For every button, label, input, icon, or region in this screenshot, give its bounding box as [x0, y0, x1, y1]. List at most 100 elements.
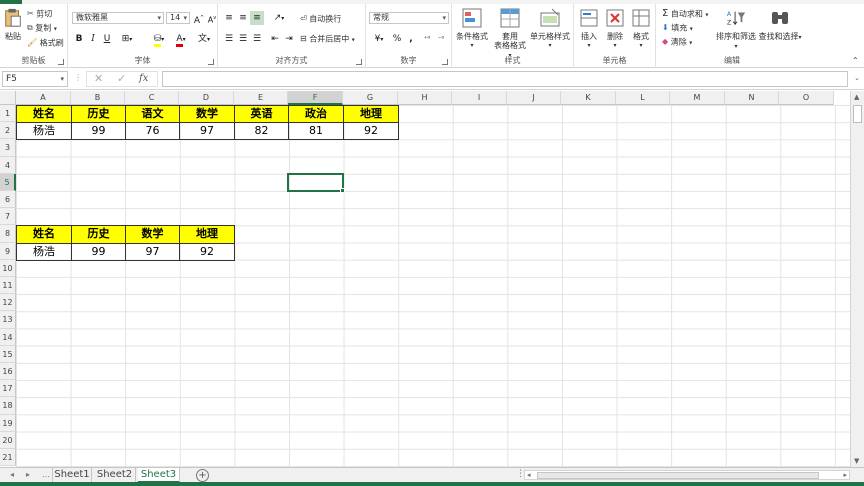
row-header-5[interactable]: 5 [0, 173, 16, 191]
table-cell[interactable]: 97 [179, 122, 235, 141]
column-header-c[interactable]: C [125, 91, 179, 105]
increase-indent-button[interactable]: ⇥ [282, 32, 296, 46]
row-header-20[interactable]: 20 [0, 431, 16, 449]
align-right-button[interactable]: ☰ [250, 32, 264, 46]
row-header-2[interactable]: 2 [0, 122, 16, 140]
decrease-decimal-button[interactable]: ⁻⁰ [434, 32, 448, 46]
column-header-m[interactable]: M [670, 91, 725, 105]
row-header-8[interactable]: 8 [0, 225, 16, 243]
row-header-15[interactable]: 15 [0, 345, 16, 363]
table-header-cell[interactable]: 政治 [288, 105, 344, 124]
alignment-launcher[interactable] [356, 59, 362, 65]
vertical-scrollbar[interactable]: ▲ ▼ [850, 91, 864, 467]
copy-button[interactable]: ⧉ 复制 ▾ [27, 23, 57, 35]
table-cell[interactable]: 82 [234, 122, 289, 141]
fill-color-button[interactable]: ⛁▾ [148, 32, 170, 47]
paste-button[interactable]: 粘贴 [2, 8, 24, 41]
number-launcher[interactable] [442, 59, 448, 65]
column-header-a[interactable]: A [16, 91, 71, 105]
number-format-select[interactable]: 常规 ▾ [369, 12, 449, 24]
column-header-e[interactable]: E [234, 91, 288, 105]
borders-button[interactable]: ⊞▾ [116, 32, 138, 46]
sheet-tab-sheet3[interactable]: Sheet3 [138, 468, 180, 483]
increase-decimal-button[interactable]: ⁺⁰ [420, 32, 434, 46]
row-header-21[interactable]: 21 [0, 449, 16, 467]
underline-button[interactable]: U [100, 32, 114, 46]
table-header-cell[interactable]: 姓名 [16, 105, 72, 124]
horizontal-scrollbar[interactable]: ◂ ▸ [524, 470, 850, 480]
table-cell[interactable]: 杨浩 [16, 122, 72, 141]
row-header-17[interactable]: 17 [0, 380, 16, 398]
clipboard-launcher[interactable] [58, 59, 64, 65]
formula-input[interactable] [162, 71, 848, 87]
sheet-nav-more-icon[interactable]: … [42, 470, 50, 479]
table-header-cell[interactable]: 英语 [234, 105, 289, 124]
cell-styles-button[interactable]: 单元格样式 ▾ [528, 8, 572, 50]
row-header-1[interactable]: 1 [0, 105, 16, 123]
column-header-b[interactable]: B [71, 91, 125, 105]
column-header-g[interactable]: G [343, 91, 398, 105]
table-header-cell[interactable]: 地理 [343, 105, 399, 124]
row-header-19[interactable]: 19 [0, 414, 16, 432]
grow-font-button[interactable]: A^ [192, 11, 206, 26]
phonetic-button[interactable]: 文▾ [194, 32, 214, 46]
horizontal-scroll-thumb[interactable] [537, 472, 819, 479]
format-as-table-button[interactable]: 套用 表格格式 ▾ [492, 8, 528, 60]
autosum-button[interactable]: Σ 自动求和 ▾ [662, 9, 708, 21]
prev-sheet-icon[interactable]: ◂ [10, 470, 14, 479]
scroll-down-icon[interactable]: ▼ [854, 457, 859, 465]
formula-bar-splitter[interactable]: ⋮ [74, 73, 82, 82]
select-all-button[interactable] [0, 91, 16, 105]
row-header-18[interactable]: 18 [0, 397, 16, 415]
row-header-12[interactable]: 12 [0, 294, 16, 312]
align-left-button[interactable]: ☰ [222, 32, 236, 46]
table-cell[interactable]: 杨浩 [16, 242, 72, 261]
row-header-16[interactable]: 16 [0, 363, 16, 381]
next-sheet-icon[interactable]: ▸ [26, 470, 30, 479]
format-cells-button[interactable]: 格式 ▾ [628, 8, 654, 50]
insert-function-icon[interactable]: fx [139, 72, 148, 86]
cut-button[interactable]: ✂ 剪切 [27, 9, 52, 20]
font-size-select[interactable]: 14 ▾ [166, 12, 190, 24]
font-color-button[interactable]: A▾ [170, 32, 192, 47]
column-header-n[interactable]: N [725, 91, 779, 105]
cancel-icon[interactable]: ✕ [94, 72, 103, 86]
italic-button[interactable]: I [86, 32, 100, 46]
table-cell[interactable]: 99 [71, 242, 126, 261]
column-header-f[interactable]: F [288, 91, 343, 105]
table-cell[interactable]: 81 [288, 122, 344, 141]
insert-button[interactable]: 插入 ▾ [576, 8, 602, 50]
comma-button[interactable]: , [404, 32, 418, 46]
top-align-button[interactable]: ≡ [222, 11, 236, 25]
table-header-cell[interactable]: 历史 [71, 105, 126, 124]
font-name-select[interactable]: 微软雅黑 ▾ [72, 12, 164, 24]
table-cell[interactable]: 92 [343, 122, 399, 141]
row-header-13[interactable]: 13 [0, 311, 16, 329]
wrap-text-button[interactable]: ⏎ 自动换行 [300, 14, 341, 25]
row-header-6[interactable]: 6 [0, 191, 16, 209]
active-cell-selection[interactable] [287, 172, 345, 193]
cell-area[interactable]: 姓名 历史 语文 数学 英语 政治 地理 杨浩 99 76 97 82 81 92 姓名 历史 数学 地理 杨浩 99… [16, 105, 856, 467]
middle-align-button[interactable]: ≡ [236, 11, 250, 25]
orientation-button[interactable]: ↗▾ [268, 11, 290, 25]
table-header-cell[interactable]: 历史 [71, 225, 126, 244]
table-header-cell[interactable]: 数学 [125, 225, 180, 244]
column-header-o[interactable]: O [779, 91, 834, 105]
percent-button[interactable]: % [390, 32, 404, 46]
bottom-align-button[interactable]: ≡ [250, 11, 264, 25]
table-cell[interactable]: 97 [125, 242, 180, 261]
scroll-up-icon[interactable]: ▲ [854, 93, 859, 101]
sheet-tab-sheet2[interactable]: Sheet2 [94, 468, 136, 483]
column-header-k[interactable]: K [561, 91, 616, 105]
row-header-9[interactable]: 9 [0, 242, 16, 260]
font-launcher[interactable] [208, 59, 214, 65]
find-select-button[interactable]: 查找和选择▾ [758, 8, 802, 42]
table-cell[interactable]: 76 [125, 122, 180, 141]
sheet-tab-sheet1[interactable]: Sheet1 [52, 468, 92, 483]
row-header-11[interactable]: 11 [0, 277, 16, 295]
row-header-7[interactable]: 7 [0, 208, 16, 226]
clear-button[interactable]: ◆ 清除 ▾ [662, 37, 692, 49]
column-header-l[interactable]: L [616, 91, 670, 105]
table-cell[interactable]: 92 [179, 242, 235, 261]
row-header-14[interactable]: 14 [0, 328, 16, 346]
